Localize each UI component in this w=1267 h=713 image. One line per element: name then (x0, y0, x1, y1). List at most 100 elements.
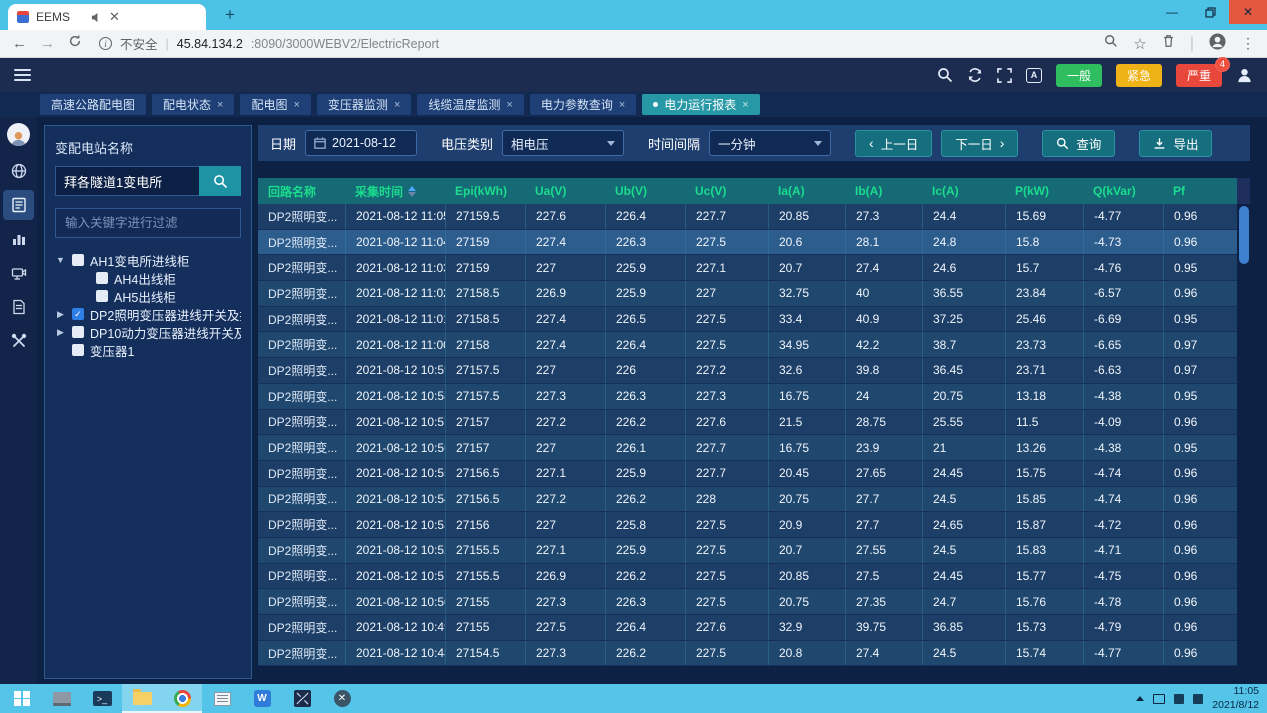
table-row[interactable]: DP2照明变...2021-08-12 11:0427159227.4226.3… (258, 230, 1237, 256)
browser-tab[interactable]: EEMS ✕ (8, 4, 206, 30)
column-header[interactable]: Ua(V) (525, 178, 605, 204)
scrollbar-thumb[interactable] (1239, 206, 1249, 264)
table-row[interactable]: DP2照明变...2021-08-12 10:5727157227.2226.2… (258, 410, 1237, 436)
table-row[interactable]: DP2照明变...2021-08-12 11:0227158.5226.9225… (258, 281, 1237, 307)
caret-right-icon[interactable]: ▶ (55, 309, 66, 320)
chrome-taskbar-button[interactable] (162, 684, 202, 713)
tray-volume-icon[interactable] (1174, 694, 1184, 704)
sort-icon[interactable] (408, 186, 416, 197)
tree-checkbox[interactable] (72, 254, 84, 266)
tree-item[interactable]: 变压器1 (55, 341, 241, 359)
column-header[interactable]: Ib(A) (845, 178, 922, 204)
tray-network-icon[interactable] (1193, 694, 1203, 704)
tab-close-icon[interactable]: × (293, 99, 299, 111)
date-picker[interactable]: 2021-08-12 (305, 130, 417, 156)
tab-close-icon[interactable]: × (394, 99, 400, 111)
tools-icon[interactable] (3, 326, 34, 356)
station-search-button[interactable] (199, 166, 241, 196)
caret-down-icon[interactable]: ▼ (55, 255, 66, 265)
back-icon[interactable]: ← (12, 36, 27, 51)
user-avatar[interactable] (7, 123, 30, 146)
column-header[interactable]: Ub(V) (605, 178, 685, 204)
column-header[interactable]: Pf (1163, 178, 1237, 204)
table-row[interactable]: DP2照明变...2021-08-12 11:0027158227.4226.4… (258, 332, 1237, 358)
table-row[interactable]: DP2照明变...2021-08-12 11:0127158.5227.4226… (258, 307, 1237, 333)
powershell-taskbar-button[interactable]: >_ (82, 684, 122, 713)
table-row[interactable]: DP2照明变...2021-08-12 10:5627157227226.122… (258, 435, 1237, 461)
info-icon[interactable]: i (99, 37, 112, 50)
delete-icon[interactable] (1162, 34, 1175, 53)
reload-icon[interactable] (68, 34, 82, 53)
alarm-level-general[interactable]: 一般 (1056, 64, 1102, 87)
tab-close-icon[interactable]: ✕ (109, 9, 120, 25)
window-restore-button[interactable] (1191, 0, 1229, 24)
table-row[interactable]: DP2照明变...2021-08-12 10:5527156.5227.1225… (258, 461, 1237, 487)
hmi-app-taskbar-button[interactable] (202, 684, 242, 713)
vertical-scrollbar[interactable] (1237, 204, 1250, 666)
tab-close-icon[interactable]: × (506, 99, 512, 111)
translate-icon[interactable]: A (1026, 68, 1042, 83)
nav-tab[interactable]: 高速公路配电图 (40, 94, 146, 115)
netassist-taskbar-button[interactable] (282, 684, 322, 713)
document-icon[interactable] (3, 292, 34, 322)
menu-toggle-icon[interactable] (14, 69, 31, 81)
bar-chart-icon[interactable] (3, 224, 34, 254)
tree-checkbox[interactable]: ✓ (72, 308, 84, 320)
tab-close-icon[interactable]: × (217, 99, 223, 111)
table-row[interactable]: DP2照明变...2021-08-12 10:5027155227.3226.3… (258, 589, 1237, 615)
alarm-level-severe[interactable]: 严重4 (1176, 64, 1222, 87)
table-row[interactable]: DP2照明变...2021-08-12 10:5827157.5227.3226… (258, 384, 1237, 410)
tree-item[interactable]: AH4出线柜 (55, 269, 241, 287)
table-row[interactable]: DP2照明变...2021-08-12 10:5427156.5227.2226… (258, 487, 1237, 513)
table-row[interactable]: DP2照明变...2021-08-12 10:4827154.5227.3226… (258, 641, 1237, 667)
tree-checkbox[interactable] (72, 326, 84, 338)
nav-tab[interactable]: 配电状态× (152, 94, 234, 115)
tray-monitor-icon[interactable] (1153, 694, 1165, 704)
column-header[interactable]: P(kW) (1005, 178, 1083, 204)
column-header[interactable]: 回路名称 (258, 178, 345, 204)
caret-right-icon[interactable]: ▶ (55, 327, 66, 338)
wps-taskbar-button[interactable]: W (242, 684, 282, 713)
taskbar-clock[interactable]: 11:05 2021/8/12 (1212, 685, 1259, 711)
forward-icon[interactable]: → (40, 36, 55, 51)
bookmark-star-icon[interactable]: ☆ (1133, 35, 1146, 53)
tree-item[interactable]: ▶✓DP2照明变压器进线开关及控制室 (55, 305, 241, 323)
tab-audio-icon[interactable] (91, 12, 102, 23)
tree-checkbox[interactable] (96, 290, 108, 302)
table-row[interactable]: DP2照明变...2021-08-12 11:0527159.5227.6226… (258, 204, 1237, 230)
profile-avatar-icon[interactable] (1209, 33, 1226, 55)
alarm-level-urgent[interactable]: 紧急 (1116, 64, 1162, 87)
window-minimize-button[interactable]: — (1153, 0, 1191, 24)
column-header[interactable]: Ia(A) (768, 178, 845, 204)
table-row[interactable]: DP2照明变...2021-08-12 10:5227155.5227.1225… (258, 538, 1237, 564)
refresh-icon[interactable] (967, 67, 983, 83)
server-manager-taskbar-button[interactable] (42, 684, 82, 713)
column-header[interactable]: 采集时间 (345, 178, 445, 204)
window-close-button[interactable]: ✕ (1229, 0, 1267, 24)
tree-item[interactable]: AH5出线柜 (55, 287, 241, 305)
tree-checkbox[interactable] (96, 272, 108, 284)
table-row[interactable]: DP2照明变...2021-08-12 10:5927157.522722622… (258, 358, 1237, 384)
nav-tab[interactable]: 线缆温度监测× (417, 94, 523, 115)
prev-day-button[interactable]: ‹上一日 (855, 130, 932, 157)
column-header[interactable]: Ic(A) (922, 178, 1005, 204)
tree-checkbox[interactable] (72, 344, 84, 356)
browser-menu-icon[interactable]: ⋮ (1241, 35, 1255, 52)
zoom-icon[interactable] (1104, 34, 1118, 53)
table-row[interactable]: DP2照明变...2021-08-12 10:4927155227.5226.4… (258, 615, 1237, 641)
nav-tab[interactable]: 配电图× (240, 94, 310, 115)
table-row[interactable]: DP2照明变...2021-08-12 11:0327159227225.922… (258, 255, 1237, 281)
query-button[interactable]: 查询 (1042, 130, 1115, 157)
camera-icon[interactable] (3, 258, 34, 288)
file-explorer-taskbar-button[interactable] (122, 684, 162, 713)
table-row[interactable]: DP2照明变...2021-08-12 10:5327156227225.822… (258, 512, 1237, 538)
system-tools-taskbar-button[interactable]: ✕ (322, 684, 362, 713)
new-tab-button[interactable]: + (218, 3, 242, 27)
search-icon[interactable] (937, 67, 953, 83)
report-icon[interactable] (3, 190, 34, 220)
user-icon[interactable] (1236, 67, 1253, 84)
tray-expand-icon[interactable] (1136, 696, 1144, 701)
column-header[interactable]: Uc(V) (685, 178, 768, 204)
tree-item[interactable]: ▼AH1变电所进线柜 (55, 251, 241, 269)
nav-tab[interactable]: 电力运行报表× (642, 94, 759, 115)
